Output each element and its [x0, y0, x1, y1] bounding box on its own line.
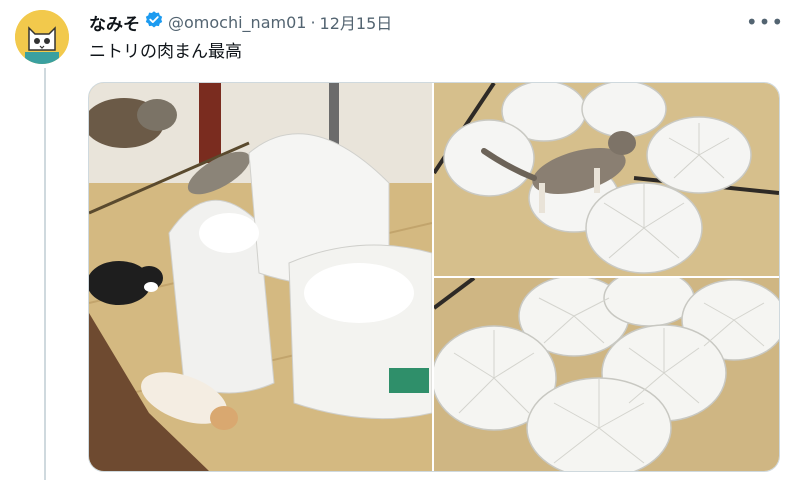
bun-cushions-photo[interactable]: [434, 278, 779, 471]
media-grid: [88, 82, 780, 472]
display-name[interactable]: なみそ: [89, 10, 140, 35]
thread-line: [44, 68, 46, 480]
cat-on-bun-cushions-photo[interactable]: [434, 83, 779, 276]
tweet-text: ニトリの肉まん最高: [89, 42, 242, 62]
tweet-header: なみそ @omochi_nam01 · 12月15日: [89, 10, 393, 35]
more-options-icon[interactable]: •••: [746, 10, 783, 34]
verified-badge-icon: [140, 10, 168, 34]
user-handle[interactable]: @omochi_nam01: [168, 13, 306, 32]
separator-dot: ·: [310, 12, 316, 32]
cat-avatar-icon[interactable]: [15, 10, 69, 64]
post-date[interactable]: 12月15日: [320, 10, 393, 34]
cats-with-shopping-bags-photo[interactable]: [89, 83, 432, 471]
